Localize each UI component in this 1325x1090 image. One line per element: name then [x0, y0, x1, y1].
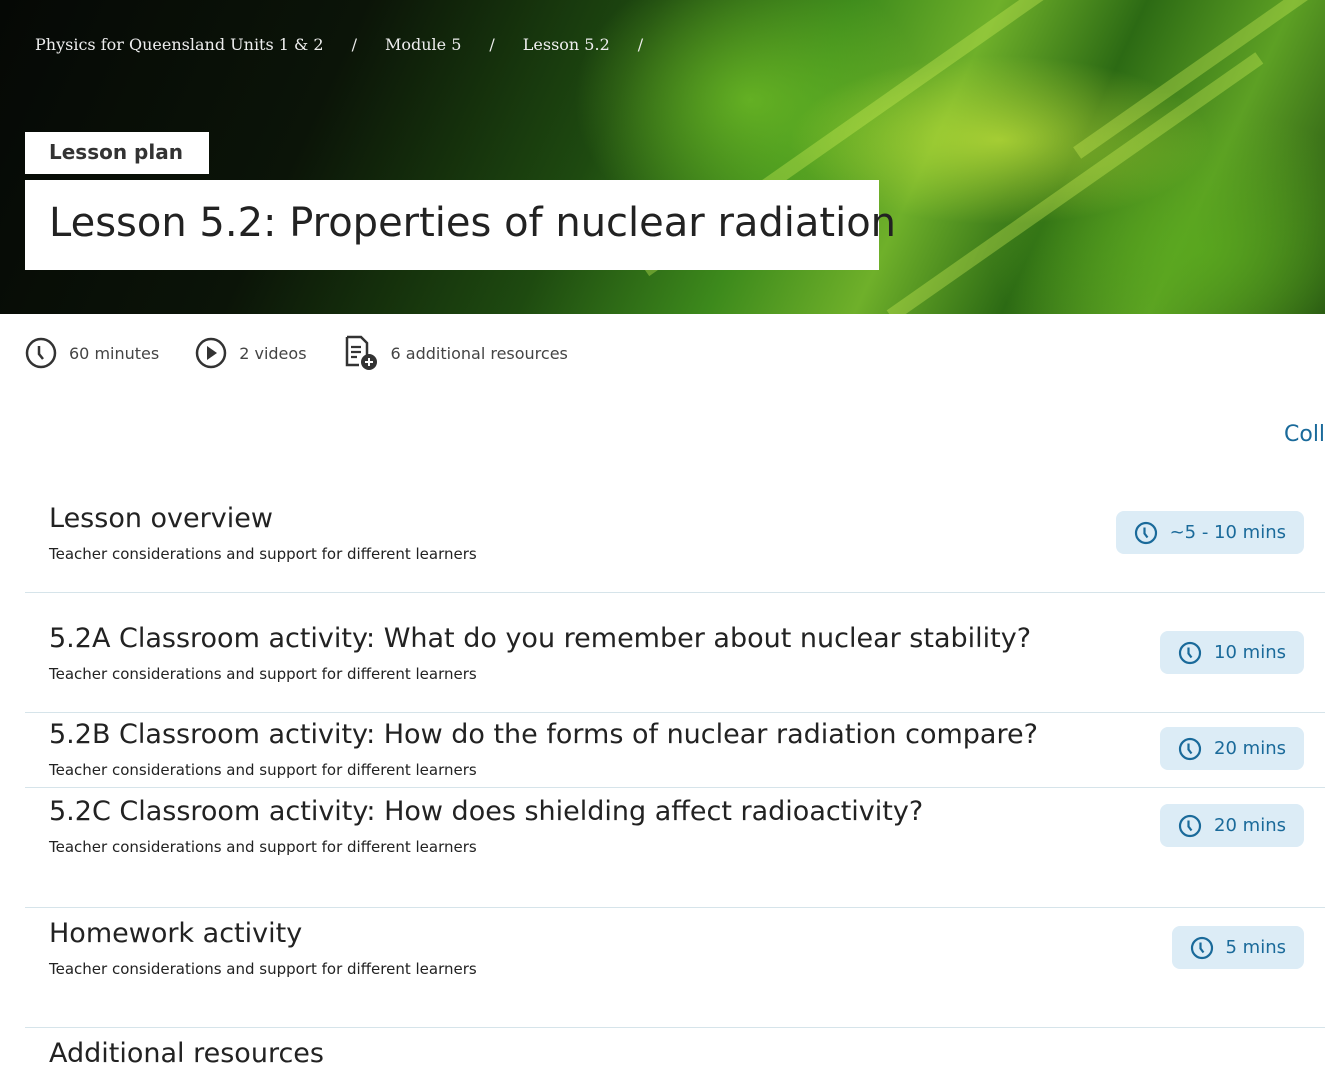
section-subtitle: Teacher considerations and support for d… [49, 960, 477, 978]
clock-icon [1178, 641, 1202, 664]
section-title[interactable]: Additional resources [49, 1038, 324, 1069]
lesson-meta: 60 minutes 2 videos 6 additional resourc… [25, 335, 604, 371]
section-title[interactable]: 5.2B Classroom activity: How do the form… [49, 719, 1038, 750]
duration-badge: 20 mins [1160, 727, 1304, 770]
breadcrumb-separator: / [351, 35, 357, 54]
breadcrumb-separator: / [637, 35, 644, 54]
clock-icon [1134, 521, 1157, 544]
section-subtitle: Teacher considerations and support for d… [49, 665, 477, 683]
lesson-section[interactable]: Additional resources [25, 1030, 1325, 1090]
section-subtitle: Teacher considerations and support for d… [49, 545, 477, 563]
section-subtitle: Teacher considerations and support for d… [49, 761, 477, 779]
play-icon [195, 337, 227, 369]
duration-badge-text: ~5 - 10 mins [1169, 522, 1286, 543]
lesson-plan-tag: Lesson plan [25, 132, 209, 174]
lesson-section[interactable]: 5.2C Classroom activity: How does shield… [25, 788, 1325, 908]
section-subtitle: Teacher considerations and support for d… [49, 838, 477, 856]
duration-badge-text: 20 mins [1214, 738, 1286, 759]
duration-badge-text: 10 mins [1214, 642, 1286, 663]
duration-badge: ~5 - 10 mins [1115, 511, 1304, 554]
breadcrumb-course[interactable]: Physics for Queensland Units 1 & 2 [35, 35, 324, 54]
duration-badge: 5 mins [1171, 926, 1304, 969]
clock-icon [1190, 936, 1213, 959]
breadcrumb: Physics for Queensland Units 1 & 2 / Mod… [35, 35, 671, 54]
videos-text: 2 videos [239, 343, 307, 363]
lesson-section[interactable]: Homework activity Teacher considerations … [25, 910, 1325, 1028]
breadcrumb-module[interactable]: Module 5 [385, 35, 461, 54]
breadcrumb-separator: / [489, 35, 495, 54]
page-title: Lesson 5.2: Properties of nuclear radiat… [25, 180, 896, 270]
document-add-icon [345, 335, 377, 370]
clock-icon [1178, 814, 1202, 837]
collapse-all-button[interactable]: Coll [1284, 422, 1325, 447]
section-title[interactable]: 5.2A Classroom activity: What do you rem… [49, 623, 1031, 654]
duration-badge: 10 mins [1160, 631, 1304, 674]
duration-text: 60 minutes [69, 343, 160, 363]
duration-badge: 20 mins [1160, 804, 1304, 847]
section-title[interactable]: 5.2C Classroom activity: How does shield… [49, 796, 923, 827]
section-title[interactable]: Homework activity [49, 918, 302, 949]
clock-icon [1178, 737, 1202, 760]
hero-banner: Physics for Queensland Units 1 & 2 / Mod… [0, 0, 1325, 314]
resources-text: 6 additional resources [390, 343, 568, 363]
section-title[interactable]: Lesson overview [49, 503, 273, 534]
breadcrumb-lesson[interactable]: Lesson 5.2 [523, 35, 610, 54]
lesson-section[interactable]: Lesson overview Teacher considerations an… [25, 495, 1325, 593]
duration-badge-text: 20 mins [1214, 815, 1286, 836]
duration-badge-text: 5 mins [1225, 937, 1287, 958]
lesson-section[interactable]: 5.2A Classroom activity: What do you rem… [25, 615, 1325, 713]
clock-icon [25, 337, 57, 369]
lesson-section[interactable]: 5.2B Classroom activity: How do the form… [25, 713, 1325, 788]
